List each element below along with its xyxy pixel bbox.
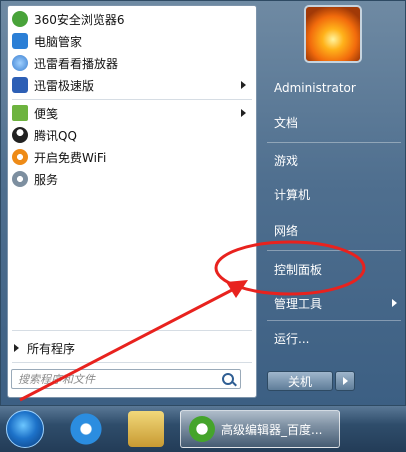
submenu-arrow-icon: [241, 109, 246, 117]
separator: [267, 320, 401, 321]
start-button[interactable]: [6, 410, 44, 448]
right-item-documents[interactable]: 文档: [267, 109, 403, 135]
right-item-run[interactable]: 运行...: [267, 325, 403, 351]
search-icon[interactable]: [222, 373, 234, 385]
sticky-notes-icon: [12, 105, 28, 121]
separator: [267, 250, 401, 251]
program-label: 360安全浏览器6: [34, 12, 125, 27]
shutdown-options-button[interactable]: [335, 371, 355, 391]
program-sticky-notes[interactable]: 便笺: [8, 102, 256, 124]
program-qq[interactable]: 腾讯QQ: [8, 124, 256, 146]
right-item-games[interactable]: 游戏: [267, 147, 403, 173]
xunlei-player-icon: [12, 55, 28, 71]
program-pc-manager[interactable]: 电脑管家: [8, 30, 256, 52]
browser-360-icon: [12, 11, 28, 27]
submenu-arrow-icon: [392, 299, 397, 307]
qq-penguin-icon: [12, 127, 28, 143]
right-item-computer[interactable]: 计算机: [267, 181, 403, 207]
right-item-administrator[interactable]: Administrator: [267, 75, 403, 101]
separator: [267, 142, 401, 143]
shutdown-button[interactable]: 关机: [267, 371, 333, 391]
program-label: 开启免费WiFi: [34, 150, 107, 165]
programs-pane: 360安全浏览器6 电脑管家 迅雷看看播放器 迅雷极速版 便笺 腾讯QQ 开启免…: [7, 5, 257, 398]
all-programs-label: 所有程序: [27, 341, 76, 356]
submenu-arrow-icon: [241, 81, 246, 89]
program-360-browser[interactable]: 360安全浏览器6: [8, 8, 256, 30]
start-menu: 360安全浏览器6 电脑管家 迅雷看看播放器 迅雷极速版 便笺 腾讯QQ 开启免…: [0, 0, 406, 406]
program-label: 腾讯QQ: [34, 128, 77, 143]
shutdown-label: 关机: [287, 374, 312, 389]
xunlei-speed-icon: [12, 77, 28, 93]
program-label: 电脑管家: [34, 34, 83, 49]
all-programs-button[interactable]: 所有程序: [14, 340, 75, 356]
right-item-label: 计算机: [274, 187, 311, 202]
right-item-network[interactable]: 网络: [267, 217, 403, 243]
pc-manager-icon: [12, 33, 28, 49]
right-item-label: Administrator: [274, 81, 356, 95]
search-input[interactable]: 搜索程序和文件: [11, 369, 241, 389]
right-item-label: 运行...: [274, 331, 310, 346]
browser-360-icon: [189, 416, 215, 442]
program-label: 便笺: [34, 106, 59, 121]
program-free-wifi[interactable]: 开启免费WiFi: [8, 146, 256, 168]
search-placeholder: 搜索程序和文件: [18, 373, 95, 386]
taskbar-window-editor[interactable]: 高级编辑器_百度...: [180, 410, 340, 448]
file-explorer-icon[interactable]: [128, 411, 164, 447]
internet-explorer-icon[interactable]: [68, 411, 104, 447]
program-services[interactable]: 服务: [8, 168, 256, 190]
right-item-label: 网络: [274, 223, 299, 238]
separator: [12, 330, 252, 331]
program-xunlei-player[interactable]: 迅雷看看播放器: [8, 52, 256, 74]
expand-arrow-icon: [14, 344, 19, 352]
right-item-label: 管理工具: [274, 296, 323, 311]
right-item-label: 控制面板: [274, 262, 323, 277]
program-label: 服务: [34, 172, 59, 187]
wifi-icon: [12, 149, 28, 165]
right-item-label: 游戏: [274, 153, 299, 168]
right-item-admin-tools[interactable]: 管理工具: [267, 290, 403, 316]
program-xunlei-speed[interactable]: 迅雷极速版: [8, 74, 256, 96]
user-avatar[interactable]: [304, 5, 362, 63]
taskbar-window-label: 高级编辑器_百度...: [221, 422, 323, 437]
separator: [12, 99, 252, 100]
services-gear-icon: [12, 171, 28, 187]
right-item-control-panel[interactable]: 控制面板: [267, 256, 403, 282]
program-label: 迅雷看看播放器: [34, 56, 119, 71]
right-item-label: 文档: [274, 115, 299, 130]
separator: [12, 362, 252, 363]
program-label: 迅雷极速版: [34, 78, 95, 93]
